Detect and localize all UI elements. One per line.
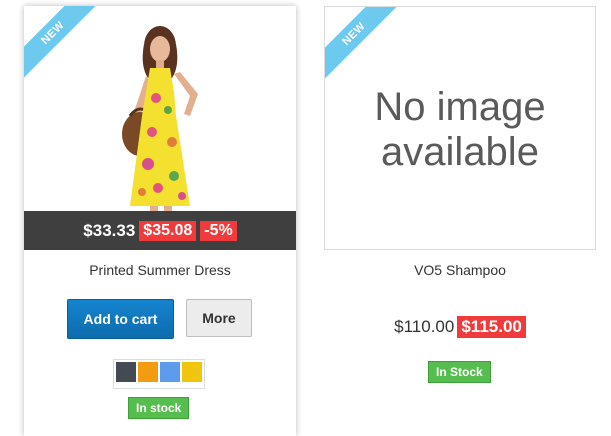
add-to-cart-button[interactable]: Add to cart <box>67 299 174 339</box>
product-price: $110.00 <box>394 317 455 336</box>
new-ribbon-label: NEW <box>24 6 100 80</box>
stock-badge: In Stock <box>428 361 491 383</box>
product-image[interactable]: No image available NEW <box>324 6 596 250</box>
product-price: $33.33 <box>83 220 136 240</box>
price-row: $110.00 $115.00 <box>322 316 598 338</box>
old-price: $35.08 <box>139 220 197 241</box>
new-ribbon: NEW <box>24 6 104 86</box>
product-card: NEW $33.33 $35.08 -5% Printed Summer Dre… <box>24 6 296 436</box>
discount-badge: -5% <box>200 220 237 241</box>
no-image-placeholder: No image available <box>325 85 595 175</box>
color-swatch-dark-gray[interactable] <box>116 362 136 382</box>
no-image-line1: No image <box>374 85 546 129</box>
product-name-link[interactable]: VO5 Shampoo <box>322 262 598 278</box>
no-image-line2: available <box>381 130 539 174</box>
color-swatches <box>113 359 205 389</box>
price-overlay: $33.33 $35.08 -5% <box>24 211 296 250</box>
new-ribbon: NEW <box>325 7 405 87</box>
stock-badge: In stock <box>128 397 190 419</box>
color-swatch-orange[interactable] <box>138 362 158 382</box>
old-price: $115.00 <box>457 316 526 338</box>
color-swatch-blue[interactable] <box>160 362 180 382</box>
more-button[interactable]: More <box>186 299 252 337</box>
new-ribbon-label: NEW <box>325 7 401 81</box>
product-card: No image available NEW VO5 Shampoo $110.… <box>322 6 598 436</box>
color-swatch-yellow[interactable] <box>182 362 202 382</box>
product-name-link[interactable]: Printed Summer Dress <box>24 262 296 278</box>
product-image[interactable]: NEW $33.33 $35.08 -5% <box>24 6 296 250</box>
